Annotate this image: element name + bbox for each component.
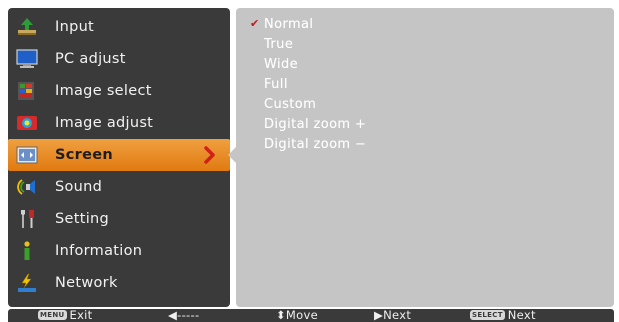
- setting-icon: [15, 208, 39, 230]
- projector-osd: Input PC adjust Image select Image adjus…: [0, 0, 619, 322]
- menu-item-label: Screen: [55, 147, 113, 163]
- option-custom[interactable]: Custom: [264, 97, 316, 112]
- menu-item-setting[interactable]: Setting: [8, 203, 230, 235]
- hint-select-next-label: Next: [507, 309, 536, 322]
- select-key-icon: SELECT: [470, 310, 505, 320]
- menu-item-network[interactable]: Network: [8, 267, 230, 299]
- menu-key-icon: MENU: [38, 310, 67, 320]
- menu-item-label: Image adjust: [55, 115, 154, 131]
- menu-item-image-select[interactable]: Image select: [8, 75, 230, 107]
- screen-icon: [15, 144, 39, 166]
- information-icon: [15, 240, 39, 262]
- menu-item-label: PC adjust: [55, 51, 126, 67]
- hint-exit-label: Exit: [69, 309, 93, 322]
- menu-item-label: Information: [55, 243, 143, 259]
- menu-item-label: Input: [55, 19, 95, 35]
- menu-item-pc-adjust[interactable]: PC adjust: [8, 43, 230, 75]
- hint-move: ⬍Move: [276, 309, 318, 322]
- option-normal[interactable]: Normal: [264, 17, 313, 32]
- pc-adjust-icon: [15, 48, 39, 70]
- panel-pointer: [228, 147, 236, 163]
- hint-select-next: SELECT Next: [470, 309, 536, 322]
- menu-item-label: Sound: [55, 179, 103, 195]
- hint-exit: MENU Exit: [38, 309, 92, 322]
- menu-item-information[interactable]: Information: [8, 235, 230, 267]
- image-adjust-icon: [15, 112, 39, 134]
- menu-item-label: Setting: [55, 211, 110, 227]
- option-full[interactable]: Full: [264, 77, 288, 92]
- menu-item-label: Image select: [55, 83, 152, 99]
- option-digital-zoom-minus[interactable]: Digital zoom −: [264, 137, 366, 152]
- main-menu: Input PC adjust Image select Image adjus…: [8, 8, 230, 307]
- hint-back: ◀-----: [168, 309, 200, 322]
- footer-hint-bar: MENU Exit ◀----- ⬍Move ▶Next SELECT Next: [8, 309, 614, 322]
- screen-submenu: ✔ Normal True Wide Full Custom Digital z…: [228, 8, 614, 307]
- option-true[interactable]: True: [264, 37, 293, 52]
- network-icon: [15, 272, 39, 294]
- menu-item-image-adjust[interactable]: Image adjust: [8, 107, 230, 139]
- menu-item-screen[interactable]: Screen: [8, 139, 230, 171]
- image-select-icon: [15, 80, 39, 102]
- hint-next: ▶Next: [374, 309, 412, 322]
- option-wide[interactable]: Wide: [264, 57, 298, 72]
- menu-item-input[interactable]: Input: [8, 11, 230, 43]
- input-icon: [15, 16, 39, 38]
- option-digital-zoom-plus[interactable]: Digital zoom +: [264, 117, 366, 132]
- check-icon: ✔: [250, 17, 260, 30]
- menu-item-label: Network: [55, 275, 118, 291]
- sound-icon: [15, 176, 39, 198]
- menu-item-sound[interactable]: Sound: [8, 171, 230, 203]
